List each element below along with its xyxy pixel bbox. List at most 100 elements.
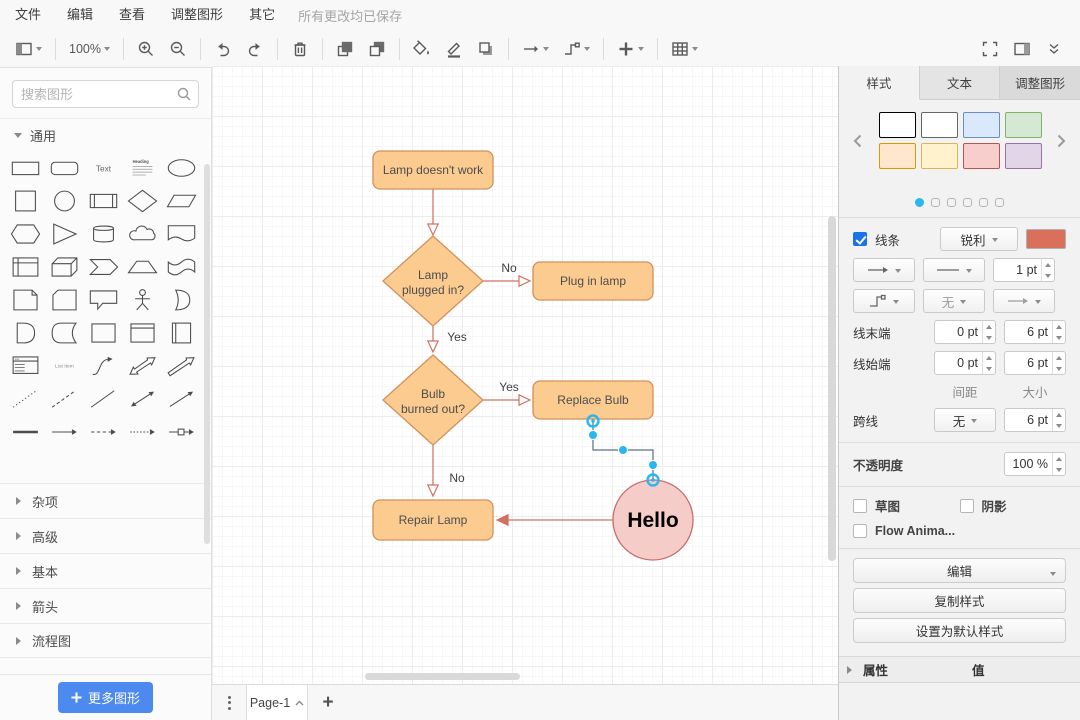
- shape-circle[interactable]: [45, 184, 84, 217]
- swatch-page-dot-2[interactable]: [947, 198, 956, 207]
- shape-bidirectional-arrow[interactable]: [123, 349, 162, 382]
- swatch-page-dot-4[interactable]: [979, 198, 988, 207]
- connection-style-button[interactable]: [517, 37, 554, 61]
- spinner-down-icon[interactable]: [1042, 270, 1054, 281]
- line-start-select[interactable]: 无: [923, 289, 985, 313]
- add-page-button[interactable]: +: [308, 685, 348, 720]
- insert-button[interactable]: [612, 37, 649, 61]
- zoom-in-button[interactable]: [132, 37, 160, 61]
- format-panel-toggle-button[interactable]: [1008, 37, 1036, 61]
- shape-note[interactable]: [6, 283, 45, 316]
- shape-labeled-edge[interactable]: [162, 415, 201, 448]
- shape-or[interactable]: [162, 283, 201, 316]
- shape-container-title[interactable]: [123, 316, 162, 349]
- edge-4[interactable]: No: [428, 445, 465, 496]
- canvas-horizontal-scrollbar[interactable]: [365, 673, 520, 680]
- shape-card[interactable]: [45, 283, 84, 316]
- pages-menu-button[interactable]: [212, 685, 246, 720]
- shape-curve[interactable]: [84, 349, 123, 382]
- shape-cylinder[interactable]: [84, 217, 123, 250]
- menu-arrange[interactable]: 调整图形: [158, 0, 236, 30]
- edge-2[interactable]: Yes: [428, 326, 467, 352]
- set-default-style-button[interactable]: 设置为默认样式: [853, 618, 1066, 643]
- waypoint-select[interactable]: [853, 289, 915, 313]
- node-replace[interactable]: Replace Bulb: [533, 381, 653, 419]
- swatch-page-dot-0[interactable]: [915, 198, 924, 207]
- shape-triangle[interactable]: [45, 217, 84, 250]
- style-swatch-1[interactable]: [921, 112, 958, 138]
- tab-style[interactable]: 样式: [839, 66, 920, 100]
- shape-cube[interactable]: [45, 250, 84, 283]
- crossing-select[interactable]: 无: [934, 408, 996, 432]
- swatch-page-dot-1[interactable]: [931, 198, 940, 207]
- shape-container[interactable]: [84, 316, 123, 349]
- style-swatch-7[interactable]: [1005, 143, 1042, 169]
- shape-arrow[interactable]: [162, 349, 201, 382]
- copy-style-button[interactable]: 复制样式: [853, 588, 1066, 613]
- style-swatch-3[interactable]: [1005, 112, 1042, 138]
- sidebar-section-3[interactable]: 基本: [0, 553, 211, 588]
- shape-dashed-edge-2[interactable]: [123, 415, 162, 448]
- to-front-button[interactable]: [331, 37, 359, 61]
- spinner-up-icon[interactable]: [1042, 259, 1054, 270]
- zoom-level-select[interactable]: 100%: [64, 39, 115, 59]
- shape-callout[interactable]: [84, 283, 123, 316]
- canvas-vertical-scrollbar[interactable]: [828, 216, 836, 561]
- sidebar-section-1[interactable]: 杂项: [0, 483, 211, 518]
- search-input[interactable]: [12, 80, 199, 108]
- edge-1[interactable]: No: [483, 261, 530, 286]
- properties-header[interactable]: 属性 值: [839, 656, 1080, 683]
- style-swatch-4[interactable]: [879, 143, 916, 169]
- node-d2[interactable]: Bulbburned out?: [383, 355, 483, 445]
- style-swatch-5[interactable]: [921, 143, 958, 169]
- shape-dashed-edge[interactable]: [84, 415, 123, 448]
- sidebar-section-general[interactable]: 通用: [0, 119, 211, 151]
- line-start-size-spinner[interactable]: 6 pt: [1004, 351, 1066, 375]
- sidebar-section-4[interactable]: 箭头: [0, 588, 211, 623]
- shape-ellipse[interactable]: [162, 151, 201, 184]
- edit-style-button[interactable]: 编辑: [853, 558, 1066, 583]
- table-button[interactable]: [666, 37, 703, 61]
- shape-step[interactable]: [84, 250, 123, 283]
- menu-view[interactable]: 查看: [106, 0, 158, 30]
- opacity-spinner[interactable]: 100 %: [1004, 452, 1066, 476]
- flow-animation-checkbox[interactable]: [853, 524, 867, 538]
- swatch-page-dot-3[interactable]: [963, 198, 972, 207]
- shape-directional-edge[interactable]: [45, 415, 84, 448]
- shape-diamond[interactable]: [123, 184, 162, 217]
- page-tab[interactable]: Page-1: [246, 685, 308, 720]
- crossing-size-spinner[interactable]: 6 pt: [1004, 408, 1066, 432]
- line-checkbox[interactable]: [853, 232, 867, 246]
- style-swatch-2[interactable]: [963, 112, 1000, 138]
- shape-cloud[interactable]: [123, 217, 162, 250]
- shape-trapezoid[interactable]: [123, 250, 162, 283]
- sidebar-section-2[interactable]: 高级: [0, 518, 211, 553]
- shape-directional-connector[interactable]: [162, 382, 201, 415]
- shape-internal-storage[interactable]: [6, 250, 45, 283]
- node-start[interactable]: Lamp doesn't work: [373, 151, 493, 189]
- shape-textbox[interactable]: Heading: [123, 151, 162, 184]
- shape-dotted-line[interactable]: [6, 382, 45, 415]
- line-color-swatch[interactable]: [1026, 229, 1066, 249]
- collapse-toolbar-button[interactable]: [1040, 37, 1068, 61]
- carousel-prev-icon[interactable]: [853, 134, 862, 148]
- shadow-checkbox[interactable]: [960, 499, 974, 513]
- sidebar-scrollbar[interactable]: [204, 164, 210, 544]
- shape-and[interactable]: [6, 316, 45, 349]
- fill-color-button[interactable]: [408, 37, 436, 61]
- edge-5[interactable]: [497, 515, 613, 525]
- more-shapes-button[interactable]: 更多图形: [58, 682, 153, 713]
- node-d1[interactable]: Lampplugged in?: [383, 236, 483, 326]
- shape-text[interactable]: Text: [84, 151, 123, 184]
- line-style-select[interactable]: [923, 258, 985, 282]
- shape-bidirectional-connector[interactable]: [123, 382, 162, 415]
- sketch-checkbox[interactable]: [853, 499, 867, 513]
- shape-rounded-rectangle[interactable]: [45, 151, 84, 184]
- style-swatch-6[interactable]: [963, 143, 1000, 169]
- line-end-select[interactable]: [993, 289, 1055, 313]
- swatch-page-dot-5[interactable]: [995, 198, 1004, 207]
- edge-3[interactable]: Yes: [483, 380, 530, 405]
- carousel-next-icon[interactable]: [1057, 134, 1066, 148]
- connection-arrow-select[interactable]: [853, 258, 915, 282]
- menu-file[interactable]: 文件: [2, 0, 54, 30]
